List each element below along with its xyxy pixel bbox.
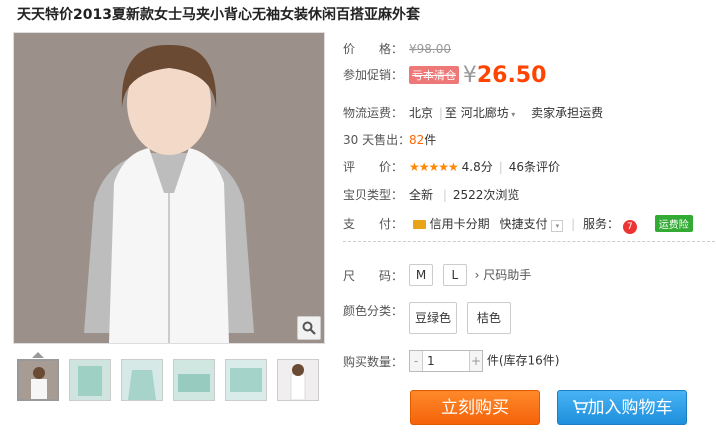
dropdown-arrow-icon[interactable]: ▾ xyxy=(551,220,564,232)
thumbnail-2[interactable] xyxy=(69,359,111,401)
shipping-row: 物流运费： 北京 | 至 河北廊坊 ▾ 卖家承担运费 xyxy=(343,104,603,121)
quick-pay-link[interactable]: 快捷支付 xyxy=(500,217,548,231)
quantity-input[interactable]: 1 xyxy=(422,351,470,371)
seven-day-return-icon: 7 xyxy=(622,220,637,234)
divider-line xyxy=(343,241,715,242)
yen-symbol: ¥ xyxy=(462,63,477,88)
promo-row: 参加促销： 亏本清仓 ¥26.50 xyxy=(343,63,546,88)
color-label: 颜色分类： xyxy=(343,304,404,318)
ship-to-select[interactable]: 河北廊坊 ▾ xyxy=(461,106,516,120)
service-label: 服务： xyxy=(583,217,620,231)
ship-from: 北京 xyxy=(409,106,434,120)
quantity-label: 购买数量： xyxy=(343,354,404,369)
size-option-l[interactable]: L xyxy=(442,264,467,286)
sold-count: 82 xyxy=(409,133,425,147)
sold-unit: 件 xyxy=(424,133,437,147)
shipping-label: 物流运费： xyxy=(343,106,404,120)
size-helper-label: 尺码助手 xyxy=(483,268,532,282)
color-option-green[interactable]: 豆绿色 xyxy=(409,302,457,334)
original-price: ¥98.00 xyxy=(409,42,451,56)
price-label: 价 格： xyxy=(343,42,404,56)
star-rating-icon: ★★★★★ xyxy=(409,160,459,174)
product-photo xyxy=(14,33,324,343)
payment-label: 支 付： xyxy=(343,217,404,231)
quantity-stepper: - 1 + xyxy=(409,350,483,372)
stock-count: (库存16件) xyxy=(498,353,560,368)
magnifier-icon xyxy=(302,321,316,335)
divider: | xyxy=(442,188,447,202)
main-product-image[interactable] xyxy=(13,32,325,344)
sold-label: 30 天售出： xyxy=(343,133,411,147)
thumbnail-5[interactable] xyxy=(225,359,267,401)
divider: | xyxy=(498,160,503,174)
price-row: 价 格： ¥98.00 xyxy=(343,40,451,57)
zoom-button[interactable] xyxy=(297,316,321,340)
promo-price: 26.50 xyxy=(476,63,547,88)
item-type-label: 宝贝类型： xyxy=(343,188,404,202)
thumbnail-6[interactable] xyxy=(277,359,319,401)
chevron-right-icon: › xyxy=(474,268,480,282)
chevron-down-icon: ▾ xyxy=(508,110,516,119)
ship-to-prefix: 至 xyxy=(444,106,457,120)
rating-label: 评 价： xyxy=(343,160,404,174)
promo-tag: 亏本清仓 xyxy=(409,66,459,84)
buy-now-button[interactable]: 立刻购买 xyxy=(410,390,540,425)
item-type-row: 宝贝类型： 全新 | 2522次浏览 xyxy=(343,186,519,203)
review-count-link[interactable]: 46条评价 xyxy=(509,160,560,174)
increment-button[interactable]: + xyxy=(470,351,482,371)
cart-icon xyxy=(572,400,588,414)
color-row: 颜色分类： 豆绿色 桔色 xyxy=(343,302,511,334)
divider: | xyxy=(571,217,576,231)
sold-row: 30 天售出：82件 xyxy=(343,131,436,148)
item-condition: 全新 xyxy=(409,188,434,202)
color-option-orange[interactable]: 桔色 xyxy=(466,302,511,334)
thumbnail-3[interactable] xyxy=(121,359,163,401)
size-option-m[interactable]: M xyxy=(409,264,433,286)
shipping-insurance-badge: 运费险 xyxy=(654,215,693,232)
thumbnail-4[interactable] xyxy=(173,359,215,401)
quantity-unit: 件 xyxy=(486,353,499,368)
shipping-fee: 卖家承担运费 xyxy=(531,106,604,120)
size-row: 尺 码： M L › 尺码助手 xyxy=(343,264,531,286)
payment-row: 支 付： 信用卡分期 快捷支付 ▾ | 服务： 7 运费险 xyxy=(343,215,716,234)
product-title: 天天特价2013夏新款女士马夹小背心无袖女装休闲百搭亚麻外套 xyxy=(17,7,420,23)
quantity-row: 购买数量： - 1 + 件(库存16件) xyxy=(343,350,559,372)
installment-link[interactable]: 信用卡分期 xyxy=(430,217,490,231)
size-label: 尺 码： xyxy=(343,269,404,283)
view-count: 2522次浏览 xyxy=(452,188,520,202)
promo-label: 参加促销： xyxy=(343,68,404,82)
ship-to: 河北廊坊 xyxy=(460,106,509,120)
active-thumb-arrow-icon xyxy=(32,352,44,358)
rating-row: 评 价： ★★★★★ 4.8分 | 46条评价 xyxy=(343,158,560,175)
divider: | xyxy=(438,106,443,120)
thumbnail-1[interactable] xyxy=(17,359,59,401)
add-to-cart-button[interactable]: 加入购物车 xyxy=(557,390,687,425)
add-to-cart-label: 加入购物车 xyxy=(587,398,673,418)
credit-card-icon xyxy=(412,220,426,229)
size-helper-link[interactable]: › 尺码助手 xyxy=(475,268,532,282)
rating-score: 4.8分 xyxy=(461,160,493,174)
decrement-button[interactable]: - xyxy=(410,351,422,371)
